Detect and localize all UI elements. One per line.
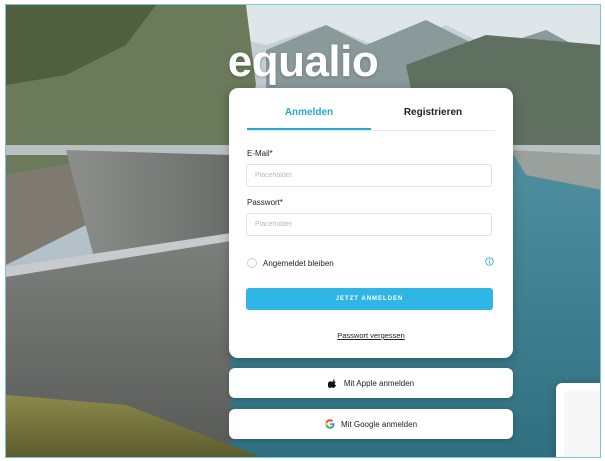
email-field[interactable] bbox=[246, 164, 492, 187]
info-icon[interactable] bbox=[485, 257, 494, 266]
password-label: Passwort* bbox=[247, 198, 284, 207]
brand-logo: equalio bbox=[227, 37, 379, 86]
remember-checkbox[interactable] bbox=[247, 258, 257, 268]
google-signin-button[interactable]: Mit Google anmelden bbox=[229, 409, 513, 439]
apple-signin-label: Mit Apple anmelden bbox=[343, 378, 415, 388]
password-field[interactable] bbox=[246, 213, 492, 236]
login-button[interactable]: JETZT ANMELDEN bbox=[246, 288, 493, 310]
auth-tabs: Anmelden Registrieren bbox=[247, 102, 495, 131]
google-signin-label: Mit Google anmelden bbox=[340, 419, 418, 429]
tab-registrieren[interactable]: Registrieren bbox=[371, 102, 495, 130]
secondary-window-preview: e bbox=[556, 383, 600, 457]
preview-content bbox=[564, 391, 600, 457]
forgot-password-link[interactable]: Passwort vergessen bbox=[229, 331, 513, 340]
apple-signin-button[interactable]: Mit Apple anmelden bbox=[229, 368, 513, 398]
login-card: Anmelden Registrieren E-Mail* Passwort* … bbox=[229, 88, 513, 358]
email-label: E-Mail* bbox=[247, 149, 273, 158]
app-frame: equalio Anmelden Registrieren E-Mail* Pa… bbox=[5, 4, 601, 458]
tab-anmelden[interactable]: Anmelden bbox=[247, 102, 371, 130]
remember-me[interactable]: Angemeldet bleiben bbox=[247, 258, 334, 268]
remember-label: Angemeldet bleiben bbox=[263, 258, 334, 268]
apple-icon bbox=[327, 379, 337, 388]
google-icon bbox=[325, 419, 335, 429]
